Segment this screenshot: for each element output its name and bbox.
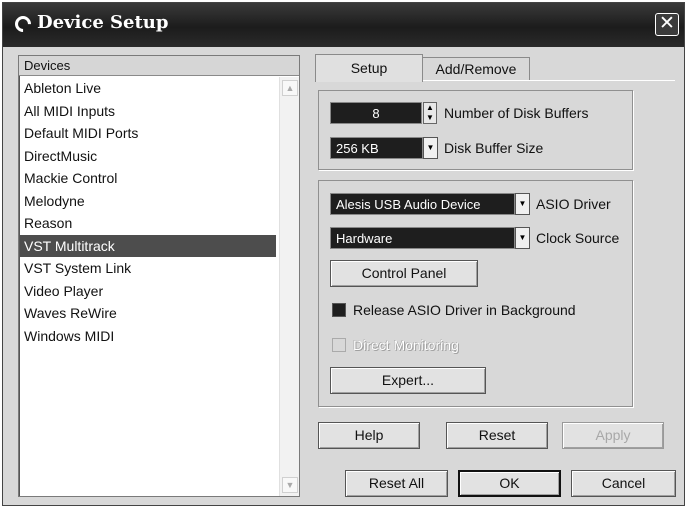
ok-button[interactable]: OK: [458, 470, 561, 497]
direct-monitoring-label: Direct Monitoring: [353, 337, 459, 353]
list-item[interactable]: VST System Link: [20, 257, 276, 280]
devices-header: Devices: [19, 56, 299, 76]
reset-button[interactable]: Reset: [446, 422, 548, 449]
disk-buffers-label: Number of Disk Buffers: [444, 105, 589, 121]
scroll-down-icon[interactable]: ▼: [282, 477, 298, 493]
cubase-logo-icon: [11, 12, 35, 36]
list-item[interactable]: Melodyne: [20, 190, 276, 213]
apply-button[interactable]: Apply: [562, 422, 664, 449]
clock-source-value: Hardware: [330, 227, 515, 249]
chevron-down-icon[interactable]: ▼: [423, 137, 438, 159]
list-item[interactable]: Reason: [20, 212, 276, 235]
disk-buffer-size-label: Disk Buffer Size: [444, 140, 544, 156]
list-item[interactable]: DirectMusic: [20, 145, 276, 168]
cancel-button[interactable]: Cancel: [571, 470, 676, 497]
device-list: Ableton Live All MIDI Inputs Default MIDI …: [20, 77, 276, 347]
list-item[interactable]: Waves ReWire: [20, 302, 276, 325]
title-bar[interactable]: Device Setup ✕: [3, 3, 684, 47]
disk-buffers-stepper[interactable]: ▲ ▼: [423, 102, 437, 124]
asio-driver-label: ASIO Driver: [536, 196, 611, 212]
control-panel-button[interactable]: Control Panel: [330, 260, 478, 287]
clock-source-select[interactable]: Hardware ▼: [330, 227, 530, 249]
list-item[interactable]: All MIDI Inputs: [20, 100, 276, 123]
tab-add-remove[interactable]: Add/Remove: [422, 57, 530, 81]
disk-buffer-size-select[interactable]: 256 KB ▼: [330, 137, 438, 159]
list-item[interactable]: Mackie Control: [20, 167, 276, 190]
list-item[interactable]: VST Multitrack: [20, 234, 276, 257]
disk-buffer-size-value: 256 KB: [330, 137, 423, 159]
reset-all-button[interactable]: Reset All: [345, 470, 448, 497]
chevron-down-icon[interactable]: ▼: [515, 227, 530, 249]
asio-driver-select[interactable]: Alesis USB Audio Device ▼: [330, 193, 530, 215]
expert-button[interactable]: Expert...: [330, 367, 486, 394]
list-item[interactable]: Windows MIDI: [20, 325, 276, 348]
spin-down-icon[interactable]: ▼: [424, 113, 436, 123]
release-asio-label: Release ASIO Driver in Background: [353, 302, 576, 318]
direct-monitoring-checkbox[interactable]: [332, 338, 346, 352]
vertical-scrollbar[interactable]: ▲ ▼: [279, 77, 299, 496]
window-title: Device Setup: [37, 12, 169, 33]
clock-source-label: Clock Source: [536, 230, 620, 246]
list-item[interactable]: Ableton Live: [20, 77, 276, 100]
disk-buffers-input[interactable]: 8: [330, 102, 422, 124]
tab-setup[interactable]: Setup: [315, 54, 423, 82]
close-icon[interactable]: ✕: [655, 13, 679, 36]
release-asio-checkbox[interactable]: [332, 303, 346, 317]
help-button[interactable]: Help: [318, 422, 420, 449]
list-item[interactable]: Default MIDI Ports: [20, 122, 276, 145]
devices-panel: Devices Ableton Live All MIDI Inputs Defau…: [18, 55, 300, 497]
asio-driver-value: Alesis USB Audio Device: [330, 193, 515, 215]
spin-up-icon[interactable]: ▲: [424, 103, 436, 113]
scroll-up-icon[interactable]: ▲: [282, 80, 298, 96]
list-item[interactable]: Video Player: [20, 280, 276, 303]
chevron-down-icon[interactable]: ▼: [515, 193, 530, 215]
